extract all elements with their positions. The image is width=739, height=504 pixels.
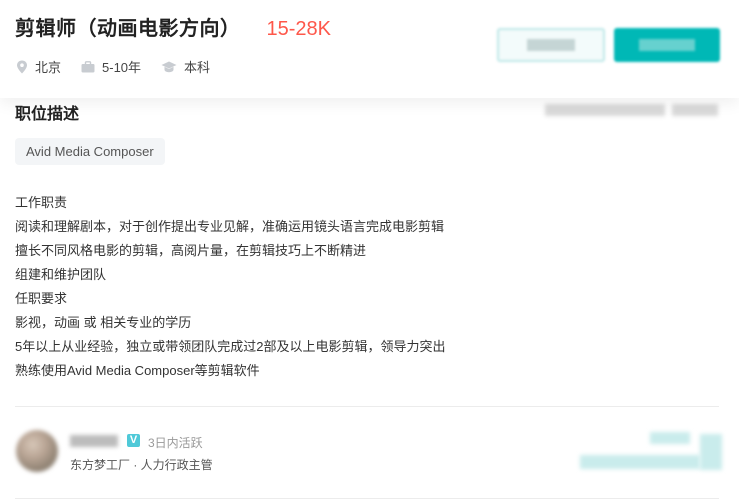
job-detail-page: 剪辑师（动画电影方向） 15-28K 北京 5-10年 本科 职位描述 Avid…: [0, 0, 739, 504]
active-status: 3日内活跃: [148, 436, 203, 450]
location-pin-icon: [17, 60, 27, 73]
job-meta: 北京 5-10年 本科: [16, 57, 230, 76]
description-line: 任职要求: [15, 291, 68, 306]
education-text: 本科: [184, 60, 211, 75]
job-title: 剪辑师（动画电影方向）: [15, 18, 241, 40]
graduation-cap-icon: [161, 61, 177, 72]
description-line: 擅长不同风格电影的剪辑，高阅片量，在剪辑技巧上不断精进: [15, 243, 367, 258]
divider: [15, 406, 719, 407]
description-line: 工作职责: [15, 195, 68, 210]
recruiter-avatar[interactable]: [16, 430, 58, 472]
experience-text: 5-10年: [102, 60, 142, 75]
blurred-label: [639, 39, 695, 51]
blurred-qr-block: [650, 432, 690, 444]
briefcase-icon: [81, 60, 95, 72]
verified-icon: V: [127, 434, 140, 447]
description-line: 组建和维护团队: [15, 267, 107, 282]
job-description: 工作职责 阅读和理解剧本，对于创作提出专业见解，准确运用镜头语言完成电影剪辑 擅…: [15, 191, 445, 383]
blurred-meta: [545, 104, 665, 116]
secondary-action-button[interactable]: [497, 28, 605, 62]
blurred-qr-block: [580, 455, 700, 469]
recruiter-name-blurred: [70, 435, 118, 447]
meta-education: 本科: [161, 57, 210, 76]
meta-location: 北京: [16, 57, 61, 76]
description-line: 熟练使用Avid Media Composer等剪辑软件: [15, 363, 260, 378]
blurred-meta: [672, 104, 718, 116]
section-title: 职位描述: [15, 106, 80, 123]
description-line: 5年以上从业经验，独立或带领团队完成过2部及以上电影剪辑，领导力突出: [15, 339, 446, 354]
blurred-label: [527, 39, 575, 51]
description-line: 阅读和理解剧本，对于创作提出专业见解，准确运用镜头语言完成电影剪辑: [15, 219, 445, 234]
skill-tag: Avid Media Composer: [15, 138, 165, 165]
divider: [15, 498, 719, 499]
primary-action-button[interactable]: [614, 28, 720, 62]
location-text: 北京: [35, 60, 62, 75]
job-header-card: 剪辑师（动画电影方向） 15-28K 北京 5-10年 本科: [0, 0, 739, 98]
description-line: 影视，动画 或 相关专业的学历: [15, 315, 192, 330]
qr-code-icon[interactable]: [700, 434, 722, 470]
recruiter-company-role: 东方梦工厂 · 人力行政主管: [70, 458, 213, 472]
salary: 15-28K: [266, 18, 332, 40]
title-row: 剪辑师（动画电影方向） 15-28K: [15, 12, 331, 41]
meta-experience: 5-10年: [81, 57, 141, 76]
